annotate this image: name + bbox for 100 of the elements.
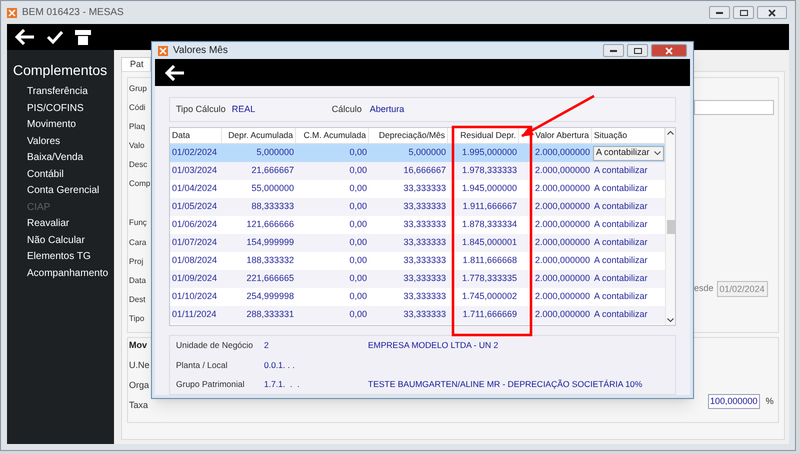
restore-icon: [634, 48, 642, 54]
sidebar-item[interactable]: Elementos TG: [13, 249, 114, 266]
column-header[interactable]: C.M. Acumulada: [296, 128, 369, 143]
field-value: EMPRESA MODELO LTDA - UN 2: [368, 338, 498, 352]
table-cell-text: 0,00: [348, 200, 368, 214]
table-cell-text: 1.745,000002: [460, 290, 518, 304]
table-cell-text: 33,333333: [402, 236, 447, 250]
column-header[interactable]: Depreciação/Mês: [369, 128, 448, 143]
sidebar-item[interactable]: Transferência: [13, 84, 114, 100]
sidebar-item[interactable]: Valores: [13, 134, 114, 150]
sidebar-item[interactable]: Reavaliar: [13, 216, 114, 232]
table-cell-text: 1.945,000000: [460, 182, 518, 196]
dialog-title: Valores Mês: [173, 44, 228, 58]
back-arrow-icon[interactable]: [165, 64, 185, 80]
field-label: Valo: [129, 140, 146, 152]
column-header[interactable]: Data: [170, 128, 222, 143]
table-cell-text: 33,333333: [402, 272, 447, 286]
scroll-up-icon[interactable]: [667, 131, 674, 135]
table-row[interactable]: 01/11/2024 288,333331 0,00 33,333333 1.711,666669 2.000,000000 A contabilizar: [170, 306, 665, 324]
table-cell-text: 1.811,666668: [462, 254, 518, 268]
table-row[interactable]: 01/02/2024 5,000000 0,00 5,000000 1.995,000000 2.000,000000 A contabilizar: [170, 144, 665, 162]
table-cell-text: 2.000,000000: [534, 236, 591, 250]
field-label: Planta / Local: [176, 358, 229, 372]
sidebar-item[interactable]: Conta Gerencial: [13, 183, 114, 200]
table-cell-text: 33,333333: [402, 290, 447, 304]
table-cell-text: 1.845,000001: [460, 236, 518, 250]
sidebar-item[interactable]: Contábil: [13, 166, 114, 183]
field-value: REAL: [232, 102, 256, 116]
minimize-icon: [716, 11, 723, 14]
table-cell-text: 1.978,333333: [460, 164, 518, 178]
table-cell-text: 21,666667: [250, 164, 295, 178]
check-icon[interactable]: [47, 30, 63, 44]
table-cell-text: 2.000,000000: [534, 200, 591, 214]
table-cell-text: A contabilizar: [593, 218, 649, 232]
minimize-button[interactable]: [603, 44, 624, 57]
table-cell-text: A contabilizar: [593, 200, 649, 214]
text-field[interactable]: [694, 100, 774, 115]
table-cell-text: 288,333331: [245, 308, 295, 322]
table-cell-text: 33,333333: [402, 218, 447, 232]
back-arrow-icon[interactable]: [15, 29, 35, 45]
table-cell-text: 2.000,000000: [534, 254, 591, 268]
field-label: Proj: [129, 256, 144, 268]
table-cell-text: 01/09/2024: [171, 272, 218, 286]
table-cell-text: 121,666666: [245, 218, 295, 232]
field-label: Data: [129, 274, 147, 287]
table-cell-text: 2.000,000000: [534, 290, 591, 304]
field-label: Tipo: [129, 312, 146, 325]
section-title: Mov: [129, 339, 148, 352]
table-cell-text: 1.995,000000: [460, 146, 518, 160]
minimize-button[interactable]: [709, 6, 730, 19]
restore-button[interactable]: [733, 6, 754, 19]
close-button[interactable]: [757, 6, 787, 19]
scroll-thumb[interactable]: [666, 220, 674, 234]
table-cell-text: 01/02/2024: [171, 146, 218, 160]
column-header[interactable]: Depr. Acumulada: [222, 128, 296, 143]
sidebar-item[interactable]: Baixa/Venda: [13, 150, 114, 166]
field-label: Grup: [129, 83, 148, 95]
field-value: 1.7.1. . .: [264, 378, 300, 392]
column-header[interactable]: Residual Depr.: [448, 128, 519, 143]
sidebar-item[interactable]: Movimento: [13, 117, 114, 134]
status-dropdown[interactable]: A contabilizar: [593, 146, 664, 160]
close-button[interactable]: [651, 44, 687, 57]
sidebar-item[interactable]: Não Calcular: [13, 232, 114, 249]
chevron-down-icon: [654, 151, 661, 155]
table-cell-text: 0,00: [348, 308, 368, 322]
table-cell-text: 01/03/2024: [171, 164, 218, 178]
field-label: Funç: [129, 217, 148, 230]
scroll-down-icon[interactable]: [667, 318, 674, 322]
restore-button[interactable]: [627, 44, 648, 57]
printer-icon[interactable]: [75, 30, 91, 44]
field-value: 0.0.1. . .: [264, 358, 296, 372]
field-label: Desc: [129, 159, 148, 172]
field-label: Códi: [129, 102, 146, 114]
minimize-icon: [610, 49, 617, 52]
app-logo-icon: [7, 8, 17, 18]
scrollbar[interactable]: [665, 128, 675, 325]
table-cell-text: A contabilizar: [593, 254, 649, 268]
table-row[interactable]: 01/05/2024 88,333333 0,00 33,333333 1.911,666667 2.000,000000 A contabilizar: [170, 198, 665, 216]
table-row[interactable]: 01/07/2024 154,999999 0,00 33,333333 1.845,000001 2.000,000000 A contabilizar: [170, 234, 665, 252]
field-value: TESTE BAUMGARTEN/ALINE MR - DEPRECIAÇÃO SOCIETÁRIA 10%: [368, 378, 642, 392]
sidebar-item[interactable]: PIS/COFINS: [13, 100, 114, 117]
unit-label: %: [766, 394, 774, 408]
field-label: Dest: [129, 294, 146, 306]
rate-field[interactable]: 100,000000: [708, 394, 760, 409]
field-label: Comp: [129, 178, 150, 190]
table-cell-text: 01/08/2024: [171, 254, 218, 268]
app-logo-icon: [158, 46, 168, 56]
table-row[interactable]: 01/03/2024 21,666667 0,00 16,666667 1.978,333333 2.000,000000 A contabilizar: [170, 162, 665, 180]
tab[interactable]: Pat: [121, 57, 151, 71]
table-cell-text: A contabilizar: [593, 290, 649, 304]
field-label: Cálculo: [332, 102, 362, 116]
field-label: Unidade de Negócio: [176, 338, 254, 352]
table-row[interactable]: 01/09/2024 221,666665 0,00 33,333333 1.778,333335 2.000,000000 A contabilizar: [170, 270, 665, 288]
column-header[interactable]: Valor Abertura: [519, 128, 592, 143]
table-cell-text: 01/04/2024: [171, 182, 218, 196]
table-cell-text: 2.000,000000: [534, 182, 591, 196]
sidebar-item[interactable]: Acompanhamento: [13, 266, 114, 282]
table-cell-text: 2.000,000000: [534, 308, 591, 322]
table-cell-text: 33,333333: [402, 182, 447, 196]
table-cell-text: 188,333332: [245, 254, 295, 268]
